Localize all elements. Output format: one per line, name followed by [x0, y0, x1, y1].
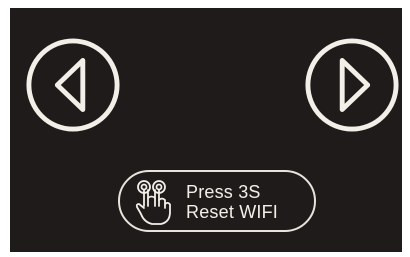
control-panel: Press 3S Reset WIFI [10, 8, 402, 252]
reset-label-line2: Reset WIFI [186, 202, 279, 222]
chevron-right-icon [305, 38, 399, 132]
double-tap-hand-icon [132, 178, 178, 226]
previous-button[interactable] [24, 36, 122, 134]
chevron-left-icon [26, 38, 120, 132]
reset-wifi-button[interactable]: Press 3S Reset WIFI [118, 170, 316, 232]
next-button[interactable] [303, 36, 401, 134]
reset-wifi-label: Press 3S Reset WIFI [186, 182, 278, 222]
reset-label-line1: Press 3S [186, 182, 261, 202]
